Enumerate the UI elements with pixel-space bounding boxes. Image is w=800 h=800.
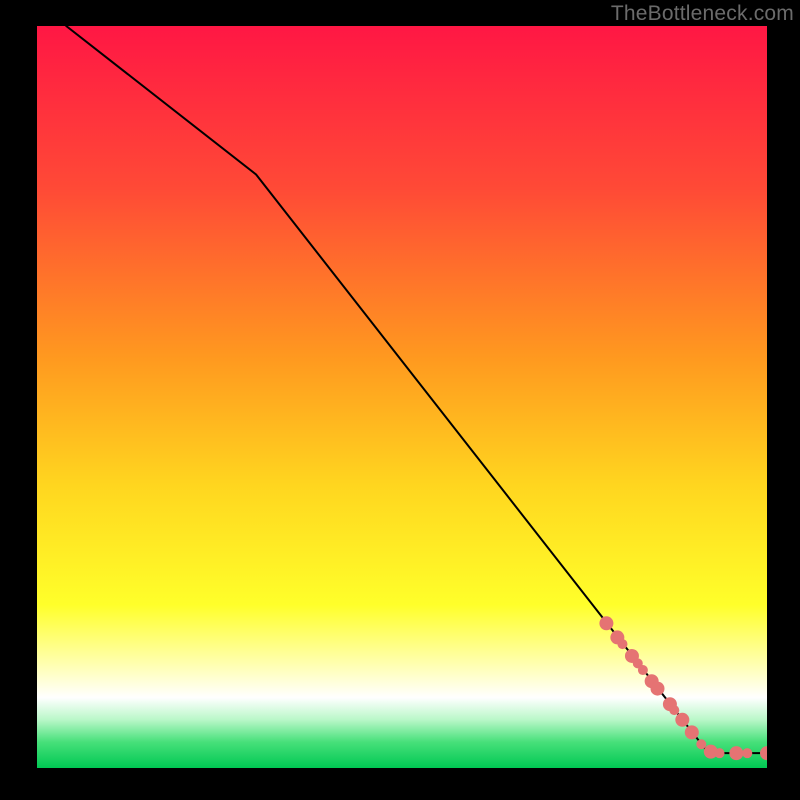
sample-point xyxy=(729,746,743,760)
watermark-label: TheBottleneck.com xyxy=(611,2,794,26)
sample-point xyxy=(685,725,699,739)
sample-point xyxy=(651,682,665,696)
sample-point xyxy=(675,713,689,727)
sample-point xyxy=(742,748,752,758)
gradient-line-chart xyxy=(37,26,767,768)
plot-area xyxy=(37,26,767,768)
chart-frame: TheBottleneck.com xyxy=(0,0,800,800)
sample-point xyxy=(669,705,679,715)
sample-point xyxy=(638,665,648,675)
sample-point xyxy=(696,739,706,749)
sample-point xyxy=(715,748,725,758)
sample-point xyxy=(599,616,613,630)
gradient-background xyxy=(37,26,767,768)
sample-point xyxy=(617,639,627,649)
